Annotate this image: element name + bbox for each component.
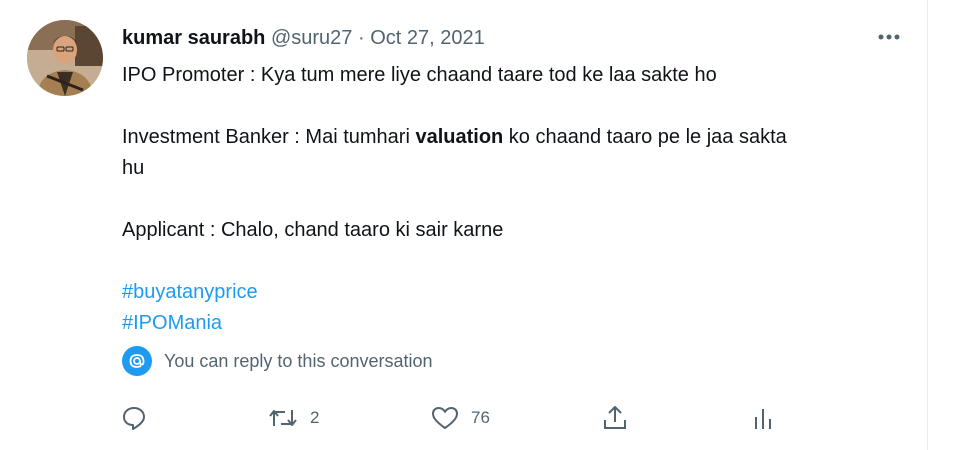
- tweet-line-ipo-promoter: IPO Promoter : Kya tum mere liye chaand …: [122, 64, 717, 86]
- like-count: 76: [471, 408, 490, 427]
- more-options-button[interactable]: [872, 24, 906, 50]
- reply-button[interactable]: [121, 402, 147, 434]
- hashtag-link-ipomania[interactable]: #IPOMania: [122, 312, 222, 334]
- header-separator: ·: [357, 27, 365, 49]
- like-button[interactable]: 76: [431, 402, 490, 434]
- avatar-photo: [27, 20, 103, 96]
- retweet-count: 2: [310, 408, 320, 427]
- analytics-button[interactable]: [752, 402, 774, 434]
- valuation-bold-text: valuation: [415, 126, 504, 148]
- tweet-line-applicant: Applicant : Chalo, chand taaro ki sair k…: [122, 219, 504, 241]
- share-button[interactable]: [601, 402, 629, 434]
- investment-banker-text: Investment Banker : Mai tumhari: [122, 126, 416, 148]
- reply-icon: [123, 407, 145, 430]
- share-icon: [604, 406, 626, 429]
- more-horizontal-icon: [878, 34, 900, 40]
- reply-permission-notice: You can reply to this conversation: [122, 346, 433, 376]
- tweet-actions: 2 76: [0, 398, 928, 438]
- heart-icon: [432, 407, 458, 429]
- hashtag-link-buyatanyprice[interactable]: #buyatanyprice: [122, 281, 258, 303]
- reply-notice-text: You can reply to this conversation: [164, 350, 433, 371]
- at-mention-icon: [122, 346, 152, 376]
- tweet-header: kumar saurabh @suru27 · Oct 27, 2021: [122, 26, 485, 50]
- author-handle[interactable]: @suru27: [271, 27, 352, 49]
- tweet-date[interactable]: Oct 27, 2021: [370, 27, 485, 49]
- author-name[interactable]: kumar saurabh: [122, 27, 265, 49]
- analytics-icon: [755, 409, 771, 429]
- avatar[interactable]: [27, 20, 103, 96]
- tweet-text: IPO Promoter : Kya tum mere liye chaand …: [122, 60, 902, 339]
- investment-banker-text-end: ko chaand taaro pe le jaa sakta: [503, 126, 787, 148]
- retweet-icon: [269, 410, 297, 426]
- tweet-line-investment-banker: Investment Banker : Mai tumhari valuatio…: [122, 122, 902, 153]
- retweet-button[interactable]: 2: [268, 402, 319, 434]
- tweet[interactable]: kumar saurabh @suru27 · Oct 27, 2021 IPO…: [0, 0, 928, 450]
- tweet-line-hu: hu: [122, 157, 145, 179]
